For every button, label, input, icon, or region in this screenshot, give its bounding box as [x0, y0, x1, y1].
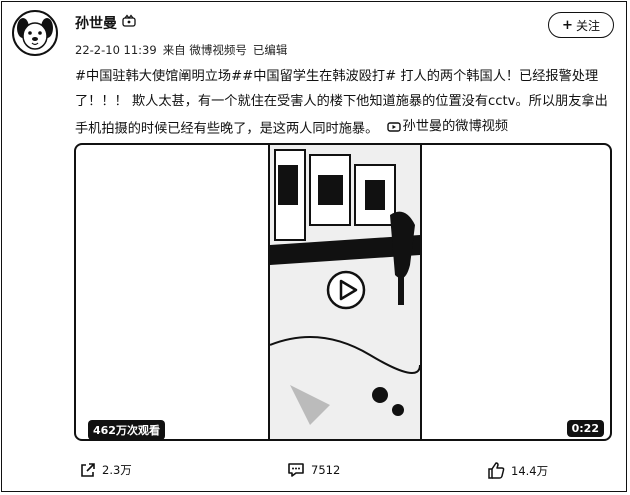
- post-body: #中国驻韩大使馆阐明立场##中国留学生在韩波殴打# 打人的两个韩国人！已经报警处…: [75, 69, 608, 137]
- video-camera-icon: [386, 121, 401, 132]
- video-link-label: 孙世曼的微博视频: [402, 119, 509, 134]
- post-text: #中国驻韩大使馆阐明立场##中国留学生在韩波殴打# 打人的两个韩国人！已经报警处…: [75, 64, 615, 142]
- comment-icon: [288, 463, 304, 477]
- post-timestamp[interactable]: 22-2-10 11:39: [75, 43, 157, 57]
- share-button[interactable]: 2.3万: [80, 462, 132, 478]
- edited-label[interactable]: 已编辑: [253, 43, 288, 57]
- thumbs-up-icon: [488, 462, 505, 479]
- like-button[interactable]: 14.4万: [487, 462, 548, 479]
- plus-icon: +: [562, 17, 573, 33]
- author-name[interactable]: 孙世曼: [75, 13, 117, 33]
- video-duration: 0:22: [566, 420, 604, 437]
- follow-button[interactable]: + 关注: [548, 12, 614, 38]
- video-link[interactable]: 孙世曼的微博视频: [383, 114, 509, 139]
- comment-button[interactable]: 7512: [287, 462, 340, 478]
- dog-avatar-icon: [17, 18, 53, 50]
- action-bar: 2.3万 7512 14.4万: [0, 462, 626, 486]
- play-icon[interactable]: [326, 270, 366, 310]
- share-count: 2.3万: [102, 463, 132, 477]
- post-source: 来自 微博视频号: [162, 43, 247, 57]
- share-icon: [81, 463, 95, 477]
- follow-label: 关注: [575, 18, 600, 33]
- comment-count: 7512: [311, 463, 341, 477]
- post-meta: 22-2-10 11:39 来自 微博视频号 已编辑: [75, 42, 293, 58]
- view-count: 462万次观看: [88, 420, 165, 439]
- like-count: 14.4万: [511, 463, 549, 478]
- vip-badge-icon: [122, 14, 136, 27]
- avatar[interactable]: [12, 10, 58, 56]
- video-player[interactable]: 462万次观看 0:22: [74, 143, 612, 441]
